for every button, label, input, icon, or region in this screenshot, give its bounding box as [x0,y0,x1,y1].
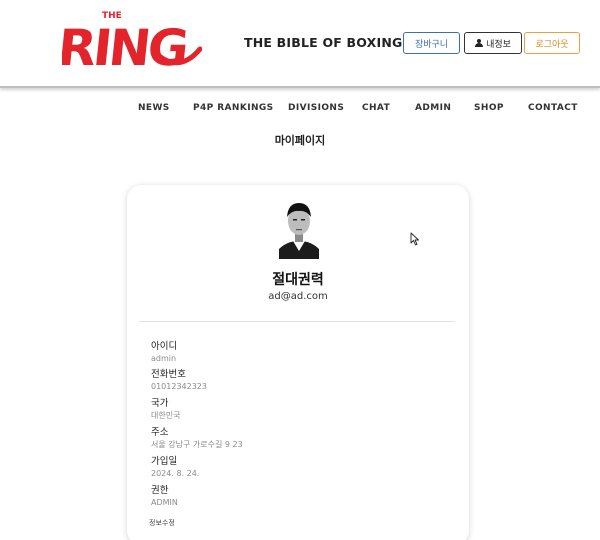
site-header: THE RING THE BIBLE OF BOXING 장바구니 내정보 로그… [0,0,600,88]
profile-email: ad@ad.com [268,291,328,302]
nav-item-contact[interactable]: CONTACT [528,103,578,113]
main-nav: NEWS P4P RANKINGS DIVISIONS CHAT ADMIN S… [0,103,600,117]
logo-text: RING [62,18,189,75]
field-join-date: 가입일 2024. 8. 24. [151,456,199,479]
nav-item-chat[interactable]: CHAT [362,103,390,113]
field-label: 가입일 [151,456,178,467]
cart-button[interactable]: 장바구니 [403,32,460,54]
user-icon [475,39,484,47]
field-label: 권한 [151,485,169,496]
nav-item-shop[interactable]: SHOP [474,103,504,113]
profile-name: 절대권력 [272,272,324,288]
field-user-id: 아이디 admin [151,341,177,364]
field-phone: 전화번호 01012342323 [151,369,207,392]
cart-button-label: 장바구니 [414,39,449,50]
field-role: 권한 ADMIN [151,485,178,508]
site-tagline: THE BIBLE OF BOXING [244,35,403,50]
nav-item-news[interactable]: NEWS [138,103,170,113]
nav-item-p4p-rankings[interactable]: P4P RANKINGS [193,103,274,113]
profile-divider [139,321,455,322]
nav-item-divisions[interactable]: DIVISIONS [288,103,344,113]
field-label: 아이디 [151,341,178,352]
field-value: 01012342323 [151,382,207,391]
field-address: 주소 서울 강남구 가로수길 9 23 [151,427,243,450]
field-value: 대한민국 [151,411,181,420]
logout-button-label: 로그아웃 [535,39,569,50]
mouse-cursor-icon [410,232,419,246]
field-value: 서울 강남구 가로수길 9 23 [151,440,243,449]
field-value: 2024. 8. 24. [151,469,200,478]
field-label: 전화번호 [151,369,186,380]
field-label: 국가 [151,398,169,409]
logout-button[interactable]: 로그아웃 [524,32,580,54]
nav-item-admin[interactable]: ADMIN [415,103,451,113]
edit-profile-link[interactable]: 정보수정 [149,518,175,528]
field-country: 국가 대한민국 [151,398,180,421]
my-info-button[interactable]: 내정보 [464,32,522,54]
field-label: 주소 [151,427,169,438]
field-value: ADMIN [151,498,178,507]
my-info-button-label: 내정보 [486,39,511,50]
field-value: admin [151,354,177,363]
page-title: 마이페이지 [274,134,326,147]
profile-avatar [279,199,319,259]
the-ring-logo[interactable]: THE RING [62,9,202,75]
